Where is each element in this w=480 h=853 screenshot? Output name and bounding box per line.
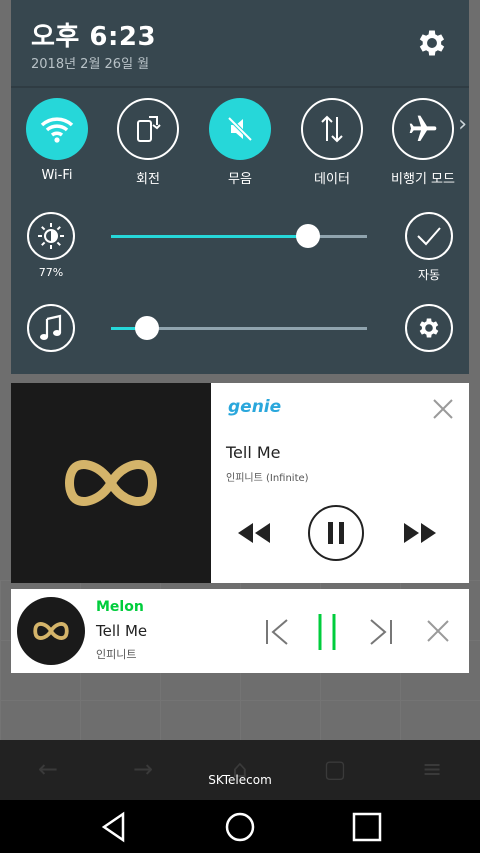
brightness-thumb[interactable] (296, 224, 321, 248)
clock: 오후 6:23 (31, 22, 157, 52)
airplane-icon (392, 98, 454, 160)
chevron-right-icon[interactable]: › (458, 112, 467, 137)
pause-icon[interactable] (315, 613, 339, 651)
status-header: 오후 6:23 2018년 2월 26일 월 (11, 0, 469, 84)
close-icon[interactable] (426, 619, 450, 643)
rewind-icon[interactable] (237, 522, 271, 544)
rotate-icon (117, 98, 179, 160)
date: 2018년 2월 26일 월 (31, 57, 150, 72)
skip-next-icon[interactable] (367, 618, 395, 646)
brightness-icon (27, 212, 75, 260)
melon-brand: Melon (96, 599, 144, 615)
home-icon[interactable] (223, 810, 257, 844)
infinite-logo-icon (65, 460, 157, 506)
auto-brightness-toggle[interactable] (405, 212, 453, 260)
infinite-logo-icon (33, 622, 69, 640)
music-note-icon (27, 304, 75, 352)
track-title: Tell Me (96, 622, 148, 640)
track-artist: 인피니트 (96, 648, 137, 661)
brightness-value: 77% (38, 266, 64, 279)
track-title: Tell Me (226, 443, 281, 462)
auto-brightness-label: 자동 (417, 268, 441, 282)
genie-brand: genie (228, 397, 282, 417)
tile-rotate[interactable]: 회전 (108, 98, 188, 187)
close-icon[interactable] (431, 397, 455, 421)
quick-settings-panel: 오후 6:23 2018년 2월 26일 월 Wi-Fi 회전 무음 데이터 비… (11, 0, 469, 374)
tile-airplane[interactable]: 비행기 모드 (383, 98, 463, 187)
track-artist: 인피니트 (Infinite) (226, 473, 309, 484)
tile-label: 회전 (136, 172, 160, 187)
tile-label: 무음 (228, 172, 252, 187)
carrier-label: SKTelecom (208, 773, 272, 787)
brightness-row: 77% 자동 (11, 212, 469, 282)
brightness-fill (111, 235, 309, 238)
settings-gear-icon[interactable] (415, 26, 449, 60)
pause-icon (328, 522, 344, 544)
melon-player-notification[interactable]: Melon Tell Me 인피니트 (11, 589, 469, 673)
tile-label: 비행기 모드 (391, 172, 455, 187)
sound-settings-gear-icon[interactable] (405, 304, 453, 352)
album-art (17, 597, 85, 665)
system-navigation-bar (0, 800, 480, 853)
volume-row (11, 304, 469, 374)
genie-player-notification[interactable]: genie Tell Me 인피니트 (Infinite) (11, 383, 469, 583)
recents-icon[interactable] (350, 810, 384, 844)
brightness-slider[interactable] (111, 224, 367, 248)
wifi-icon (26, 98, 88, 160)
mute-icon (209, 98, 271, 160)
pause-button[interactable] (308, 505, 364, 561)
volume-thumb[interactable] (134, 316, 159, 340)
skip-previous-icon[interactable] (263, 618, 291, 646)
tile-mute[interactable]: 무음 (200, 98, 280, 187)
tile-wifi[interactable]: Wi-Fi (17, 98, 97, 183)
album-art (11, 383, 211, 583)
tile-label: Wi-Fi (41, 168, 73, 183)
quick-settings-body: Wi-Fi 회전 무음 데이터 비행기 모드 › 77% 자동 (11, 86, 469, 374)
fast-forward-icon[interactable] (403, 522, 437, 544)
volume-slider[interactable] (111, 316, 367, 340)
tile-data[interactable]: 데이터 (292, 98, 372, 187)
tile-label: 데이터 (314, 172, 350, 187)
data-icon (301, 98, 363, 160)
background-app-nav: ← → ⌂ ▢ ≡ (0, 740, 480, 800)
back-icon[interactable] (98, 810, 132, 844)
